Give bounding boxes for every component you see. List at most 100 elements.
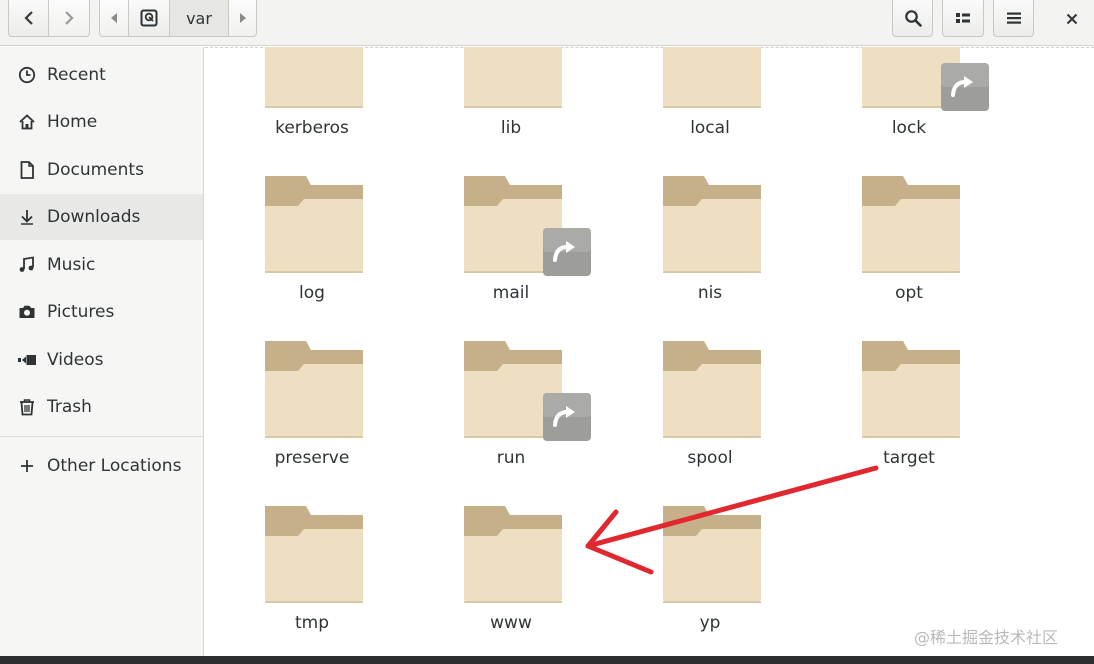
sidebar-item-music[interactable]: Music: [0, 242, 203, 288]
chevron-right-icon: [65, 11, 74, 25]
folder-name: log: [299, 283, 325, 303]
folder-item-nis[interactable]: nis: [635, 170, 785, 320]
folder-name: lock: [891, 118, 927, 138]
sidebar-item-label: Music: [47, 255, 96, 275]
forward-button[interactable]: [48, 0, 90, 37]
folder-icon: [265, 176, 363, 273]
folder-item-preserve[interactable]: preserve: [237, 335, 387, 485]
drive-icon: [140, 9, 158, 27]
folder-name: kerberos: [275, 118, 349, 138]
folder-icon: [265, 47, 363, 108]
symlink-emblem-icon: [941, 63, 989, 111]
hamburger-menu-icon: [1006, 12, 1021, 24]
view-toggle-button[interactable]: [942, 0, 984, 37]
sidebar-item-documents[interactable]: Documents: [0, 147, 203, 193]
folder-name: preserve: [274, 448, 350, 468]
folder-icon: [663, 176, 761, 273]
folder-name: lib: [500, 118, 522, 138]
symlink-emblem-icon: [543, 228, 591, 276]
sidebar-item-other-locations[interactable]: Other Locations: [0, 443, 203, 489]
folder-item-local[interactable]: local: [635, 47, 785, 155]
triangle-right-icon: [239, 13, 246, 23]
folder-name: tmp: [294, 613, 330, 633]
folder-item-lock[interactable]: lock: [834, 47, 989, 155]
sidebar-item-trash[interactable]: Trash: [0, 384, 203, 430]
folder-icon: [464, 506, 562, 603]
folder-item-lib[interactable]: lib: [436, 47, 586, 155]
folder-icon: [663, 506, 761, 603]
path-scroll-left-button[interactable]: [99, 0, 129, 37]
folder-name: spool: [687, 448, 733, 468]
folder-icon: [862, 341, 960, 438]
sidebar-separator: [0, 436, 203, 437]
sidebar-item-label: Downloads: [47, 207, 141, 227]
folder-icon: [265, 341, 363, 438]
search-icon: [904, 10, 922, 27]
desktop-taskbar-edge: [0, 656, 1094, 664]
sidebar-item-pictures[interactable]: Pictures: [0, 289, 203, 335]
folder-item-opt[interactable]: opt: [834, 170, 984, 320]
file-grid: kerberos lib local lock log mail nis opt preserv…: [205, 47, 1094, 656]
folder-item-target[interactable]: target: [834, 335, 984, 485]
sidebar-item-label: Trash: [47, 397, 92, 417]
navigation-buttons: [8, 0, 90, 37]
sidebar-item-label: Documents: [47, 160, 144, 180]
folder-name: mail: [492, 283, 530, 303]
close-window-button[interactable]: [1050, 0, 1094, 37]
menu-button[interactable]: [993, 0, 1034, 37]
sidebar-item-home[interactable]: Home: [0, 99, 203, 145]
folder-name: yp: [699, 613, 721, 633]
folder-item-kerberos[interactable]: kerberos: [237, 47, 387, 155]
document-icon: [17, 160, 37, 180]
folder-icon: [663, 47, 761, 108]
sidebar-item-label: Other Locations: [47, 456, 182, 476]
symlink-emblem-icon: [543, 393, 591, 441]
folder-name: run: [496, 448, 526, 468]
sidebar-item-label: Home: [47, 112, 98, 132]
camera-icon: [17, 302, 37, 322]
folder-item-yp[interactable]: yp: [635, 500, 785, 650]
path-current-label: var: [186, 8, 212, 28]
path-scroll-right-button[interactable]: [228, 0, 257, 37]
search-button[interactable]: [892, 0, 933, 37]
triangle-left-icon: [111, 13, 117, 23]
folder-item-mail[interactable]: mail: [436, 170, 591, 320]
folder-name: target: [883, 448, 935, 468]
folder-icon: [265, 506, 363, 603]
download-icon: [17, 207, 37, 227]
chevron-left-icon: [23, 11, 33, 25]
watermark-text: @稀土掘金技术社区: [914, 628, 1059, 647]
close-icon: [1066, 13, 1078, 24]
folder-name: nis: [697, 283, 723, 303]
sidebar-item-label: Pictures: [47, 302, 115, 322]
recent-icon: [17, 65, 37, 85]
sidebar-item-downloads[interactable]: Downloads: [0, 194, 203, 240]
sidebar: Recent Home Documents Downloads Music Pi…: [0, 47, 204, 656]
path-root-button[interactable]: [128, 0, 170, 37]
sidebar-item-label: Recent: [47, 65, 106, 85]
plus-icon: [17, 456, 37, 476]
folder-item-run[interactable]: run: [436, 335, 591, 485]
path-bar: var: [99, 0, 257, 37]
path-current-button[interactable]: var: [169, 0, 229, 37]
folder-icon: [663, 341, 761, 438]
sidebar-item-videos[interactable]: Videos: [0, 337, 203, 383]
folder-name: opt: [895, 283, 923, 303]
trash-icon: [17, 397, 37, 417]
sidebar-item-label: Videos: [47, 350, 104, 370]
home-icon: [17, 112, 37, 132]
folder-item-spool[interactable]: spool: [635, 335, 785, 485]
folder-icon: [862, 176, 960, 273]
video-icon: [17, 350, 37, 370]
folder-name: www: [490, 613, 532, 633]
folder-item-log[interactable]: log: [237, 170, 387, 320]
folder-item-tmp[interactable]: tmp: [237, 500, 387, 650]
sidebar-item-recent[interactable]: Recent: [0, 52, 203, 98]
folder-icon: [464, 47, 562, 108]
list-view-icon: [956, 13, 970, 23]
header-bar: var: [0, 0, 1094, 46]
folder-item-www[interactable]: www: [436, 500, 586, 650]
folder-name: local: [690, 118, 730, 138]
music-icon: [17, 255, 37, 275]
back-button[interactable]: [8, 0, 49, 37]
